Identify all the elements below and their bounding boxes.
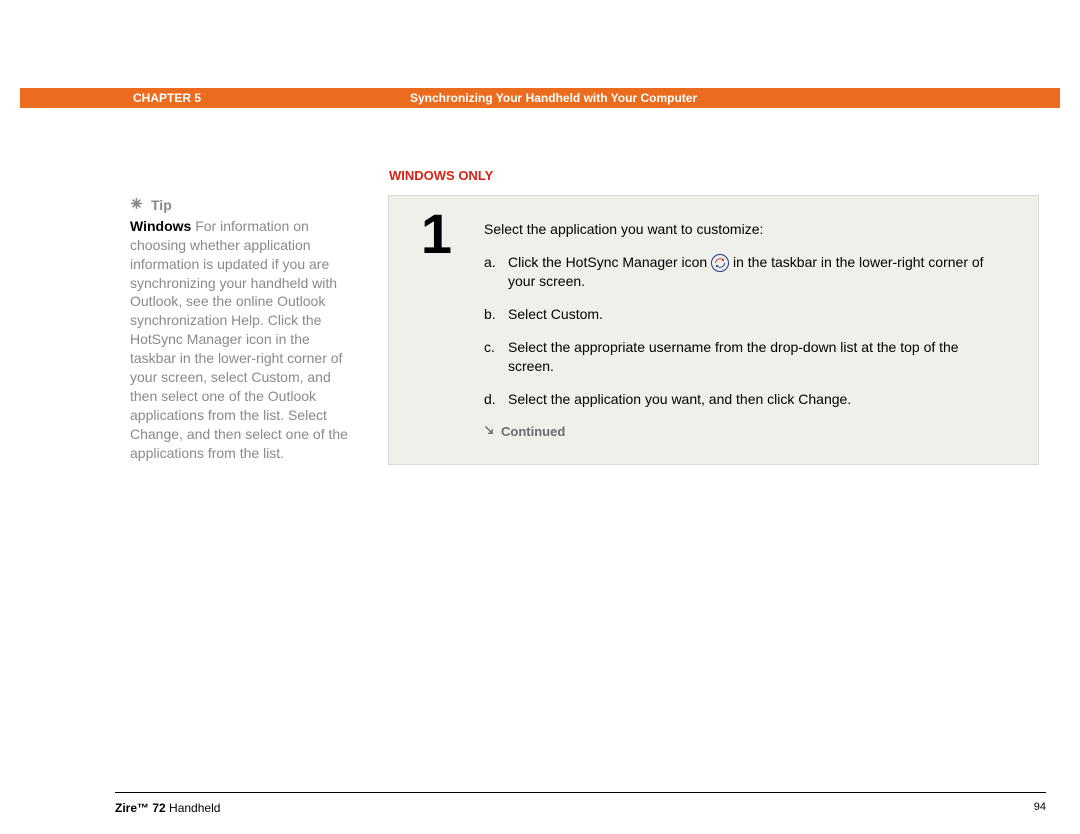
document-page: CHAPTER 5 Synchronizing Your Handheld wi…: [0, 0, 1080, 834]
tip-bold: Windows: [130, 218, 191, 234]
tip-heading: Tip: [130, 196, 358, 215]
step-b-text: Select Custom.: [508, 305, 1008, 324]
continued-row: Continued: [484, 423, 1008, 441]
step-a-label: a.: [484, 253, 508, 291]
footer-left: Zire™ 72 Handheld: [115, 800, 220, 816]
step-b-label: b.: [484, 305, 508, 324]
step-a-text: Click the HotSync Manager icon in the ta…: [508, 253, 1008, 291]
tip-sidebar: Tip Windows For information on choosing …: [130, 196, 358, 462]
continued-label: Continued: [501, 423, 565, 441]
chapter-header-bar: CHAPTER 5 Synchronizing Your Handheld wi…: [20, 88, 1060, 108]
step-a: a. Click the HotSync Manager icon in the…: [484, 253, 1008, 291]
step-number: 1: [389, 196, 484, 464]
section-label: WINDOWS ONLY: [389, 167, 493, 185]
footer-divider: [115, 792, 1046, 793]
chapter-label: CHAPTER 5: [133, 90, 201, 106]
step-c-text: Select the appropriate username from the…: [508, 338, 1008, 376]
step-box: 1 Select the application you want to cus…: [388, 195, 1039, 465]
tip-body: Windows For information on choosing whet…: [130, 217, 358, 463]
chapter-title: Synchronizing Your Handheld with Your Co…: [410, 90, 697, 106]
footer-rest: Handheld: [166, 801, 221, 815]
page-number: 94: [1034, 800, 1046, 815]
step-d-text: Select the application you want, and the…: [508, 390, 1008, 409]
step-content: Select the application you want to custo…: [484, 196, 1038, 464]
step-a-pre: Click the HotSync Manager icon: [508, 254, 711, 270]
step-inner: 1 Select the application you want to cus…: [389, 196, 1038, 464]
tip-text: For information on choosing whether appl…: [130, 218, 348, 461]
asterisk-icon: [130, 196, 143, 215]
arrow-down-right-icon: [484, 423, 495, 441]
step-intro: Select the application you want to custo…: [484, 220, 1008, 239]
step-d: d. Select the application you want, and …: [484, 390, 1008, 409]
step-c-label: c.: [484, 338, 508, 376]
hotsync-icon: [711, 254, 729, 272]
step-d-label: d.: [484, 390, 508, 409]
step-b: b. Select Custom.: [484, 305, 1008, 324]
tip-label: Tip: [151, 196, 172, 215]
step-c: c. Select the appropriate username from …: [484, 338, 1008, 376]
footer-brand: Zire™ 72: [115, 801, 166, 815]
